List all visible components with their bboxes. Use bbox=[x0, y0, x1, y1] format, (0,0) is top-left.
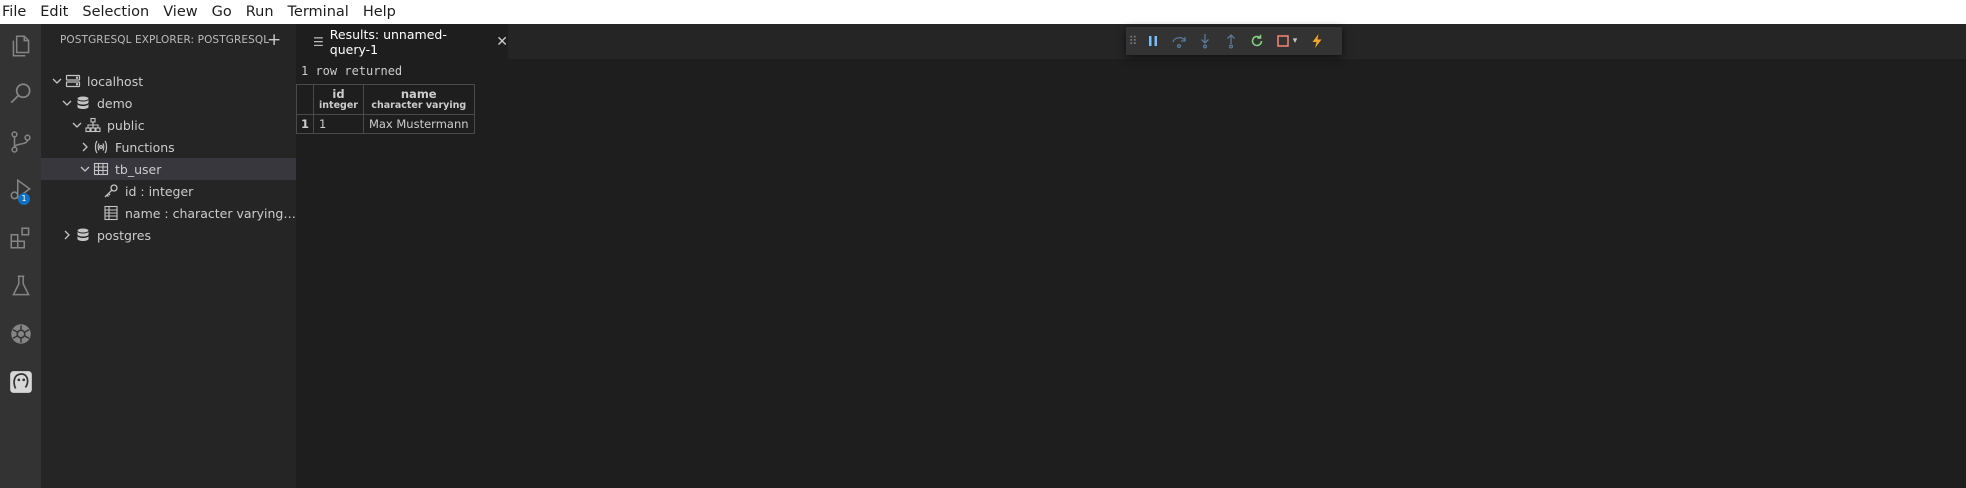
menu-bar: File Edit Selection View Go Run Terminal… bbox=[0, 0, 1966, 24]
column-type: character varying bbox=[371, 100, 467, 111]
table-cell[interactable]: 1 bbox=[313, 114, 364, 134]
menu-view[interactable]: View bbox=[156, 0, 204, 24]
menu-go[interactable]: Go bbox=[205, 0, 239, 24]
column-name: id bbox=[332, 87, 345, 101]
restart-icon[interactable] bbox=[1244, 27, 1270, 55]
menu-help[interactable]: Help bbox=[356, 0, 403, 24]
step-out-icon[interactable] bbox=[1218, 27, 1244, 55]
table-cell[interactable]: Max Mustermann bbox=[362, 114, 475, 134]
menu-edit[interactable]: Edit bbox=[33, 0, 75, 24]
search-icon[interactable] bbox=[0, 74, 41, 114]
source-control-icon[interactable] bbox=[0, 122, 41, 162]
tree-item-tb-user[interactable]: tb_user bbox=[41, 158, 332, 180]
chevron-down-icon[interactable] bbox=[69, 117, 85, 133]
hot-reload-icon[interactable] bbox=[1304, 27, 1330, 55]
tree-item-label: Functions bbox=[115, 139, 175, 155]
postgresql-icon[interactable] bbox=[0, 362, 41, 402]
tree-item-demo[interactable]: demo bbox=[41, 92, 314, 114]
row-number-header bbox=[295, 84, 315, 115]
column-name: name bbox=[400, 87, 437, 101]
tree-item-label: localhost bbox=[87, 73, 144, 89]
chevron-down-icon[interactable]: ▾ bbox=[1290, 27, 1300, 55]
functions-icon bbox=[93, 139, 109, 155]
run-debug-icon[interactable]: 1 bbox=[0, 170, 41, 210]
tree-item-label: postgres bbox=[97, 227, 151, 243]
result-status: 1 row returned bbox=[301, 64, 403, 78]
testing-icon[interactable] bbox=[0, 266, 41, 306]
menu-file[interactable]: File bbox=[0, 0, 33, 24]
editor-area: ☰ Results: unnamed-query-1 ✕ ⠿ ▾ 1 row r… bbox=[295, 24, 1966, 488]
chevron-down-icon[interactable] bbox=[77, 161, 93, 177]
chevron-right-icon[interactable] bbox=[59, 227, 75, 243]
tree-item-localhost[interactable]: localhost bbox=[41, 70, 304, 92]
files-icon[interactable] bbox=[0, 26, 41, 66]
step-into-icon[interactable] bbox=[1192, 27, 1218, 55]
results-table: id integer name character varying 1 1 Ma… bbox=[295, 84, 475, 134]
column-header-id: id integer bbox=[313, 84, 364, 115]
activity-bar: 1 bbox=[0, 24, 41, 488]
debug-badge: 1 bbox=[18, 193, 30, 205]
close-icon[interactable]: ✕ bbox=[496, 34, 508, 50]
tree-item-label: public bbox=[107, 117, 145, 133]
pause-icon[interactable] bbox=[1140, 27, 1166, 55]
tab-label: Results: unnamed-query-1 bbox=[329, 26, 447, 57]
chevron-right-icon[interactable] bbox=[77, 139, 93, 155]
postgresql-explorer: POSTGRESQL EXPLORER: POSTGRESQL + localh… bbox=[41, 24, 332, 488]
tree-item-label: name : character varying… bbox=[125, 205, 296, 221]
add-connection-button[interactable]: + bbox=[267, 30, 281, 50]
step-over-icon[interactable] bbox=[1166, 27, 1192, 55]
database-icon bbox=[75, 227, 91, 243]
menu-run[interactable]: Run bbox=[239, 0, 281, 24]
database-icon bbox=[75, 95, 91, 111]
menu-terminal[interactable]: Terminal bbox=[281, 0, 356, 24]
extensions-icon[interactable] bbox=[0, 218, 41, 258]
kubernetes-icon[interactable] bbox=[0, 314, 41, 354]
tab-results[interactable]: ☰ Results: unnamed-query-1 ✕ bbox=[296, 24, 508, 59]
column-type: integer bbox=[319, 100, 358, 111]
column-icon bbox=[103, 205, 119, 221]
column-header-name: name character varying bbox=[362, 84, 475, 115]
row-number: 1 bbox=[295, 114, 315, 134]
key-icon bbox=[103, 183, 119, 199]
menu-selection[interactable]: Selection bbox=[75, 0, 156, 24]
server-icon bbox=[65, 73, 81, 89]
schema-icon bbox=[85, 117, 101, 133]
debug-toolbar: ⠿ ▾ bbox=[1126, 27, 1342, 55]
tree-item-postgres[interactable]: postgres bbox=[41, 224, 314, 246]
explorer-title: POSTGRESQL EXPLORER: POSTGRESQL bbox=[60, 34, 270, 46]
tree-item-label: tb_user bbox=[115, 161, 162, 177]
table-row: 1 1 Max Mustermann bbox=[295, 114, 475, 134]
chevron-down-icon[interactable] bbox=[49, 73, 65, 89]
tree-item-label: demo bbox=[97, 95, 133, 111]
drag-handle-icon[interactable]: ⠿ bbox=[1126, 27, 1140, 55]
preview-icon: ☰ bbox=[313, 34, 324, 49]
table-icon bbox=[93, 161, 109, 177]
table-header-row: id integer name character varying bbox=[295, 84, 475, 115]
tree-item-public[interactable]: public bbox=[41, 114, 324, 136]
tree-item-label: id : integer bbox=[125, 183, 194, 199]
chevron-down-icon[interactable] bbox=[59, 95, 75, 111]
tree-item-functions[interactable]: Functions bbox=[41, 136, 332, 158]
